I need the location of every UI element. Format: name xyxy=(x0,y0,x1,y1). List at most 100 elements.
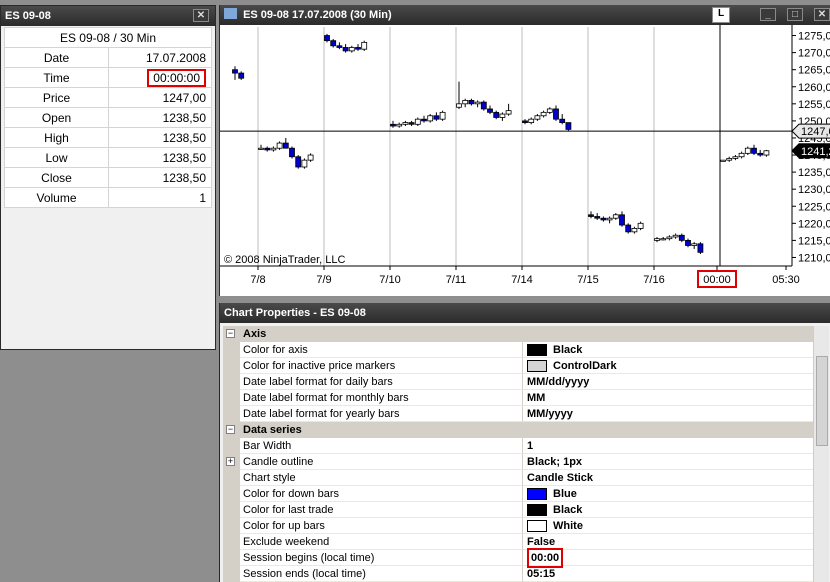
property-value[interactable]: 05:15 xyxy=(523,566,829,582)
property-value-text: 00:00 xyxy=(527,547,564,568)
property-name: Color for inactive price markers xyxy=(240,358,523,374)
link-button[interactable]: L xyxy=(712,7,730,23)
data-box-label: Close xyxy=(4,167,109,188)
property-row[interactable]: Color for down bars Blue xyxy=(223,486,829,502)
property-value[interactable]: Black xyxy=(523,342,829,358)
property-value[interactable]: MM xyxy=(523,390,829,406)
property-row[interactable]: Color for up bars White xyxy=(223,518,829,534)
candle-body xyxy=(588,214,594,217)
property-row[interactable]: Date label format for yearly bars MM/yyyy xyxy=(223,406,829,422)
x-tick-label: 7/11 xyxy=(446,274,467,286)
property-name: Chart style xyxy=(240,470,523,486)
data-box-title: ES 09-08 xyxy=(5,10,51,22)
property-value[interactable]: White xyxy=(523,518,829,534)
property-row[interactable]: Date label format for monthly bars MM xyxy=(223,390,829,406)
property-value-text: Blue xyxy=(553,487,577,500)
candlestick-chart[interactable]: 1275,001270,001265,001260,001255,001250,… xyxy=(220,25,830,296)
data-box-value-text: 1238,50 xyxy=(162,150,206,165)
property-name: Session ends (local time) xyxy=(240,566,523,582)
candle-body xyxy=(685,239,691,246)
property-value[interactable]: MM/dd/yyyy xyxy=(523,374,829,390)
property-row[interactable]: Chart style Candle Stick xyxy=(223,470,829,486)
property-row[interactable]: Color for last trade Black xyxy=(223,502,829,518)
y-tick-label: 1220,00 xyxy=(798,218,830,230)
property-value[interactable]: 1 xyxy=(523,438,829,454)
property-gutter xyxy=(223,534,240,550)
y-tick-label: 1215,00 xyxy=(798,235,830,247)
chart-titlebar[interactable]: ES 09-08 17.07.2008 (30 Min) L _ □ ✕ xyxy=(220,5,830,25)
property-row[interactable]: Color for inactive price markers ControlD… xyxy=(223,358,829,374)
color-swatch xyxy=(527,503,547,516)
property-name: Exclude weekend xyxy=(240,534,523,550)
y-tick-label: 1275,00 xyxy=(798,31,830,43)
x-tick-label: 7/9 xyxy=(316,274,331,286)
property-name: Bar Width xyxy=(240,438,523,454)
x-tick-label: 7/10 xyxy=(379,274,400,286)
data-box-row: Close 1238,50 xyxy=(4,167,212,188)
expand-icon[interactable]: + xyxy=(226,457,235,466)
properties-title: Chart Properties - ES 09-08 xyxy=(224,307,366,319)
close-icon[interactable]: ✕ xyxy=(193,9,209,22)
property-gutter xyxy=(223,470,240,486)
property-gutter xyxy=(223,502,240,518)
property-row[interactable]: Exclude weekend False xyxy=(223,534,829,550)
property-value[interactable]: MM/yyyy xyxy=(523,406,829,422)
chart-window: ES 09-08 17.07.2008 (30 Min) L _ □ ✕ 127… xyxy=(219,5,830,296)
scrollbar[interactable] xyxy=(813,326,829,582)
property-value[interactable]: Blue xyxy=(523,486,829,502)
y-tick-label: 1260,00 xyxy=(798,82,830,94)
candle-body xyxy=(534,115,541,120)
chart-app-icon xyxy=(224,8,237,19)
scrollbar-thumb[interactable] xyxy=(816,356,828,446)
property-category[interactable]: − Data series xyxy=(223,422,829,438)
property-row[interactable]: Date label format for daily bars MM/dd/yy… xyxy=(223,374,829,390)
properties-titlebar[interactable]: Chart Properties - ES 09-08 xyxy=(220,303,830,323)
property-value-text: Black; 1px xyxy=(527,455,583,468)
data-box-value: 1247,00 xyxy=(108,87,212,108)
property-row[interactable]: Bar Width 1 xyxy=(223,438,829,454)
x-tick-label: 00:00 xyxy=(703,274,731,286)
property-row[interactable]: Session begins (local time) 00:00 xyxy=(223,547,829,568)
candle-body xyxy=(499,113,506,118)
candle-body xyxy=(732,156,739,159)
property-value[interactable]: False xyxy=(523,534,829,550)
candle-body xyxy=(468,100,475,105)
property-row[interactable]: Color for axis Black xyxy=(223,342,829,358)
collapse-icon[interactable]: − xyxy=(226,425,235,434)
candle-body xyxy=(307,154,314,161)
close-icon[interactable]: ✕ xyxy=(814,8,830,21)
data-box-label: Time xyxy=(4,67,109,88)
property-row[interactable]: Session ends (local time) 05:15 xyxy=(223,566,829,582)
data-box-table: ES 09-08 / 30 Min Date 17.07.2008 Time 00:0… xyxy=(4,27,212,208)
property-value[interactable]: 00:00 xyxy=(523,547,829,568)
candle-body xyxy=(553,108,559,120)
property-value[interactable]: Candle Stick xyxy=(523,470,829,486)
property-gutter xyxy=(223,390,240,406)
data-box-titlebar[interactable]: ES 09-08 ✕ xyxy=(1,6,215,26)
property-value-text: Candle Stick xyxy=(527,471,594,484)
property-category[interactable]: − Axis xyxy=(223,326,829,342)
property-value-text: MM xyxy=(527,391,546,404)
data-box-value-text: 1238,50 xyxy=(162,110,206,125)
candle-body xyxy=(414,118,421,125)
property-gutter xyxy=(223,550,240,566)
collapse-icon[interactable]: − xyxy=(226,329,235,338)
property-value[interactable]: Black; 1px xyxy=(523,454,829,470)
color-swatch xyxy=(527,359,547,372)
candle-body xyxy=(456,103,462,108)
property-row[interactable]: + Candle outline Black; 1px xyxy=(223,454,829,470)
property-value[interactable]: ControlDark xyxy=(523,358,829,374)
property-name: Date label format for monthly bars xyxy=(240,390,523,406)
property-value-text: ControlDark xyxy=(553,359,617,372)
candle-body xyxy=(720,159,726,162)
data-box-label: Volume xyxy=(4,187,109,208)
data-box-value: 1 xyxy=(108,187,212,208)
property-name: Color for up bars xyxy=(240,518,523,534)
candle-body xyxy=(637,222,644,229)
minimize-icon[interactable]: _ xyxy=(760,8,776,21)
maximize-icon[interactable]: □ xyxy=(787,8,803,21)
property-name: Candle outline xyxy=(240,454,523,470)
property-name: Color for down bars xyxy=(240,486,523,502)
property-grid[interactable]: − Axis Color for axis Black Color for inacti… xyxy=(223,326,829,582)
property-value[interactable]: Black xyxy=(523,502,829,518)
